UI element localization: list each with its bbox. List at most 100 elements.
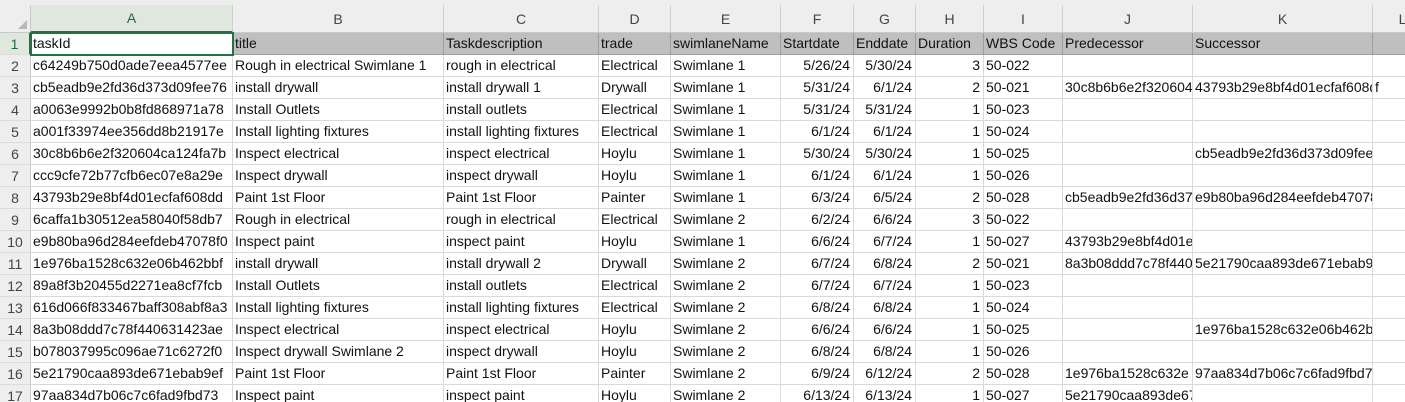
cell-e15[interactable]: Swimlane 2	[671, 341, 781, 363]
cell-b13[interactable]: Install lighting fixtures	[233, 297, 444, 319]
cell-d6[interactable]: Hoylu	[599, 143, 671, 165]
cell-k10[interactable]	[1193, 231, 1373, 253]
column-header-j[interactable]: J	[1063, 5, 1193, 33]
cell-l16[interactable]	[1373, 363, 1405, 385]
cell-f1[interactable]: Startdate	[781, 33, 854, 55]
cell-b17[interactable]: Inspect paint	[233, 385, 444, 402]
cell-j9[interactable]	[1063, 209, 1193, 231]
cell-e12[interactable]: Swimlane 2	[671, 275, 781, 297]
cell-f13[interactable]: 6/8/24	[781, 297, 854, 319]
cell-e6[interactable]: Swimlane 1	[671, 143, 781, 165]
cell-f7[interactable]: 6/1/24	[781, 165, 854, 187]
cell-b1[interactable]: title	[233, 33, 444, 55]
cell-d16[interactable]: Painter	[599, 363, 671, 385]
cell-l12[interactable]	[1373, 275, 1405, 297]
cell-a11[interactable]: 1e976ba1528c632e06b462bbf	[31, 253, 233, 275]
cell-l7[interactable]	[1373, 165, 1405, 187]
cell-b5[interactable]: Install lighting fixtures	[233, 121, 444, 143]
cell-a4[interactable]: a0063e9992b0b8fd868971a78	[31, 99, 233, 121]
cell-j13[interactable]	[1063, 297, 1193, 319]
cell-d1[interactable]: trade	[599, 33, 671, 55]
cell-k14[interactable]: 1e976ba1528c632e06b462bbf87	[1193, 319, 1373, 341]
cell-c7[interactable]: inspect drywall	[444, 165, 599, 187]
cell-h13[interactable]: 1	[916, 297, 984, 319]
cell-g12[interactable]: 6/7/24	[854, 275, 916, 297]
cell-j15[interactable]	[1063, 341, 1193, 363]
cell-f5[interactable]: 6/1/24	[781, 121, 854, 143]
row-header-8[interactable]: 8	[0, 187, 31, 209]
cell-l4[interactable]	[1373, 99, 1405, 121]
row-header-15[interactable]: 15	[0, 341, 31, 363]
cell-a2[interactable]: c64249b750d0ade7eea4577ee	[31, 55, 233, 77]
cell-a5[interactable]: a001f33974ee356dd8b21917e	[31, 121, 233, 143]
cell-a7[interactable]: ccc9cfe72b77cfb6ec07e8a29e	[31, 165, 233, 187]
cell-i12[interactable]: 50-023	[984, 275, 1063, 297]
cell-b3[interactable]: install drywall	[233, 77, 444, 99]
cell-a8[interactable]: 43793b29e8bf4d01ecfaf608dd	[31, 187, 233, 209]
row-header-13[interactable]: 13	[0, 297, 31, 319]
cell-j3[interactable]: 30c8b6b6e2f320604	[1063, 77, 1193, 99]
cell-b14[interactable]: Inspect electrical	[233, 319, 444, 341]
cell-a17[interactable]: 97aa834d7b06c7c6fad9fbd73	[31, 385, 233, 402]
cell-h17[interactable]: 1	[916, 385, 984, 402]
cell-c14[interactable]: inspect electrical	[444, 319, 599, 341]
cell-k5[interactable]	[1193, 121, 1373, 143]
cell-d13[interactable]: Electrical	[599, 297, 671, 319]
cell-k16[interactable]: 97aa834d7b06c7c6fad9fbd739f	[1193, 363, 1373, 385]
cell-e7[interactable]: Swimlane 1	[671, 165, 781, 187]
cell-g5[interactable]: 6/1/24	[854, 121, 916, 143]
cell-e4[interactable]: Swimlane 1	[671, 99, 781, 121]
cell-d14[interactable]: Hoylu	[599, 319, 671, 341]
column-header-l[interactable]: L	[1373, 5, 1405, 33]
cell-i6[interactable]: 50-025	[984, 143, 1063, 165]
cell-f2[interactable]: 5/26/24	[781, 55, 854, 77]
cell-e2[interactable]: Swimlane 1	[671, 55, 781, 77]
cell-k11[interactable]: 5e21790caa893de671ebab9ef1e	[1193, 253, 1373, 275]
cell-b6[interactable]: Inspect electrical	[233, 143, 444, 165]
cell-c10[interactable]: inspect paint	[444, 231, 599, 253]
cell-i15[interactable]: 50-026	[984, 341, 1063, 363]
cell-k1[interactable]: Successor	[1193, 33, 1373, 55]
row-header-7[interactable]: 7	[0, 165, 31, 187]
cell-h15[interactable]: 1	[916, 341, 984, 363]
cell-j16[interactable]: 1e976ba1528c632e	[1063, 363, 1193, 385]
cell-c2[interactable]: rough in electrical	[444, 55, 599, 77]
cell-i3[interactable]: 50-021	[984, 77, 1063, 99]
cell-g16[interactable]: 6/12/24	[854, 363, 916, 385]
cell-h9[interactable]: 3	[916, 209, 984, 231]
row-header-16[interactable]: 16	[0, 363, 31, 385]
cell-i7[interactable]: 50-026	[984, 165, 1063, 187]
row-header-12[interactable]: 12	[0, 275, 31, 297]
select-all-button[interactable]	[0, 5, 31, 33]
cell-c11[interactable]: install drywall 2	[444, 253, 599, 275]
cell-b2[interactable]: Rough in electrical Swimlane 1	[233, 55, 444, 77]
cell-j17[interactable]: 5e21790caa893de671ebab9ef1ef68d8	[1063, 385, 1193, 402]
cell-e16[interactable]: Swimlane 2	[671, 363, 781, 385]
column-header-d[interactable]: D	[599, 5, 671, 33]
cell-c15[interactable]: inspect drywall	[444, 341, 599, 363]
cell-l8[interactable]	[1373, 187, 1405, 209]
cell-i8[interactable]: 50-028	[984, 187, 1063, 209]
cell-e17[interactable]: Swimlane 2	[671, 385, 781, 402]
cell-h11[interactable]: 2	[916, 253, 984, 275]
row-header-2[interactable]: 2	[0, 55, 31, 77]
cell-g3[interactable]: 6/1/24	[854, 77, 916, 99]
cell-c17[interactable]: inspect paint	[444, 385, 599, 402]
cell-a14[interactable]: 8a3b08ddd7c78f440631423ae	[31, 319, 233, 341]
column-header-e[interactable]: E	[671, 5, 781, 33]
cell-j4[interactable]	[1063, 99, 1193, 121]
cell-f15[interactable]: 6/8/24	[781, 341, 854, 363]
cell-h10[interactable]: 1	[916, 231, 984, 253]
cell-f6[interactable]: 5/30/24	[781, 143, 854, 165]
cell-g1[interactable]: Enddate	[854, 33, 916, 55]
cell-k15[interactable]	[1193, 341, 1373, 363]
cell-d11[interactable]: Drywall	[599, 253, 671, 275]
cell-c4[interactable]: install outlets	[444, 99, 599, 121]
cell-i4[interactable]: 50-023	[984, 99, 1063, 121]
cell-b16[interactable]: Paint 1st Floor	[233, 363, 444, 385]
cell-f17[interactable]: 6/13/24	[781, 385, 854, 402]
column-header-c[interactable]: C	[444, 5, 599, 33]
cell-i1[interactable]: WBS Code	[984, 33, 1063, 55]
cell-f14[interactable]: 6/6/24	[781, 319, 854, 341]
cell-e13[interactable]: Swimlane 2	[671, 297, 781, 319]
